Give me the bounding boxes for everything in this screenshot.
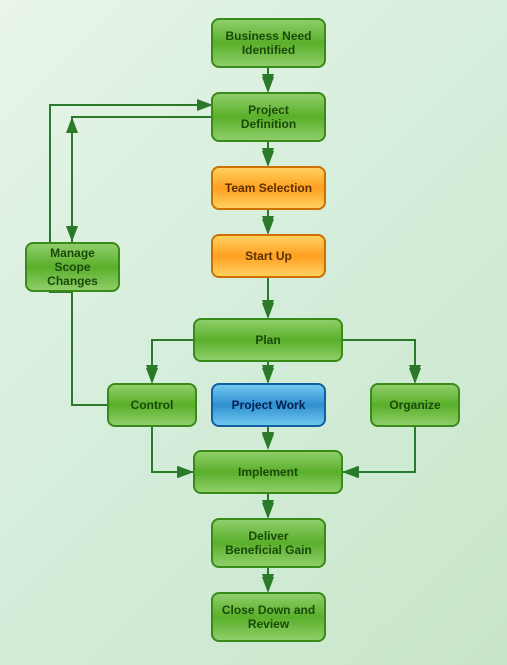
project-work-label: Project Work: [232, 398, 306, 412]
team-selection-node: Team Selection: [211, 166, 326, 210]
organize-node: Organize: [370, 383, 460, 427]
flowchart: Business Need Identified Project Definit…: [0, 0, 507, 665]
project-work-node: Project Work: [211, 383, 326, 427]
organize-label: Organize: [389, 398, 440, 412]
deliver-label: Deliver Beneficial Gain: [221, 529, 316, 557]
manage-scope-label: Manage Scope Changes: [35, 246, 110, 288]
start-up-node: Start Up: [211, 234, 326, 278]
project-definition-node: Project Definition: [211, 92, 326, 142]
close-down-label: Close Down and Review: [221, 603, 316, 631]
implement-label: Implement: [238, 465, 298, 479]
deliver-node: Deliver Beneficial Gain: [211, 518, 326, 568]
project-definition-label: Project Definition: [221, 103, 316, 131]
control-label: Control: [131, 398, 174, 412]
business-need-node: Business Need Identified: [211, 18, 326, 68]
control-node: Control: [107, 383, 197, 427]
plan-label: Plan: [255, 333, 280, 347]
business-need-label: Business Need Identified: [221, 29, 316, 57]
close-down-node: Close Down and Review: [211, 592, 326, 642]
start-up-label: Start Up: [245, 249, 292, 263]
implement-node: Implement: [193, 450, 343, 494]
manage-scope-node: Manage Scope Changes: [25, 242, 120, 292]
team-selection-label: Team Selection: [225, 181, 312, 195]
plan-node: Plan: [193, 318, 343, 362]
